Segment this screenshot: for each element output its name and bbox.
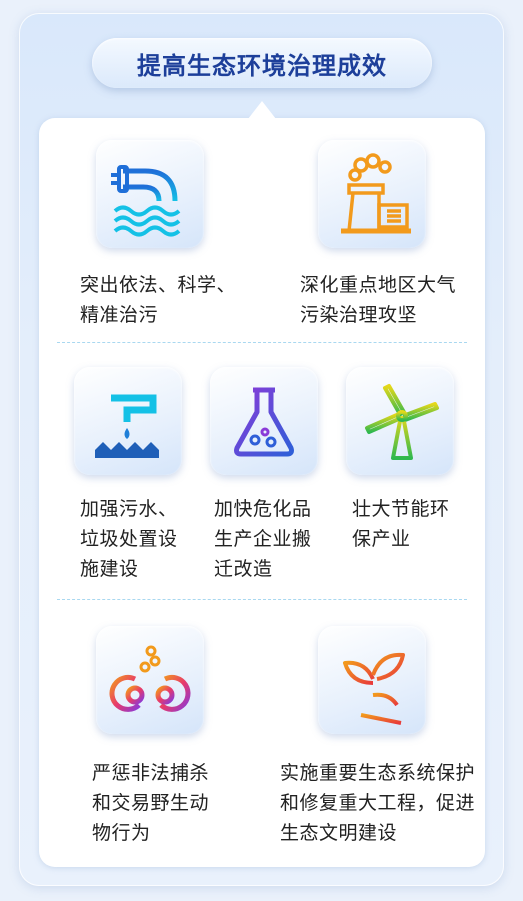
- wind-turbine-icon: [346, 367, 454, 475]
- handcuffs-icon: [96, 626, 204, 734]
- item-label-1: 突出依法、科学、 精准治污: [80, 274, 237, 326]
- title-banner: 提高生态环境治理成效: [92, 38, 432, 88]
- faucet-water-icon: [74, 367, 182, 475]
- item-label-6: 严惩非法捕杀 和交易野生动 物行为: [92, 762, 210, 844]
- item-label-3: 加强污水、 垃圾处置设 施建设: [80, 498, 178, 580]
- item-label-7: 实施重要生态系统保护 和修复重大工程，促进 生态文明建设: [280, 762, 476, 844]
- pipe-water-icon: [96, 140, 204, 248]
- item-label-5: 壮大节能环 保产业: [352, 498, 450, 550]
- sprout-icon: [318, 626, 426, 734]
- divider-1: [57, 342, 467, 343]
- item-label-2: 深化重点地区大气 污染治理攻坚: [300, 274, 457, 326]
- divider-2: [57, 599, 467, 600]
- item-label-4: 加快危化品 生产企业搬 迁改造: [214, 498, 312, 580]
- page-title: 提高生态环境治理成效: [137, 51, 387, 80]
- title-pointer: [248, 101, 276, 119]
- flask-icon: [210, 367, 318, 475]
- factory-smoke-icon: [318, 140, 426, 248]
